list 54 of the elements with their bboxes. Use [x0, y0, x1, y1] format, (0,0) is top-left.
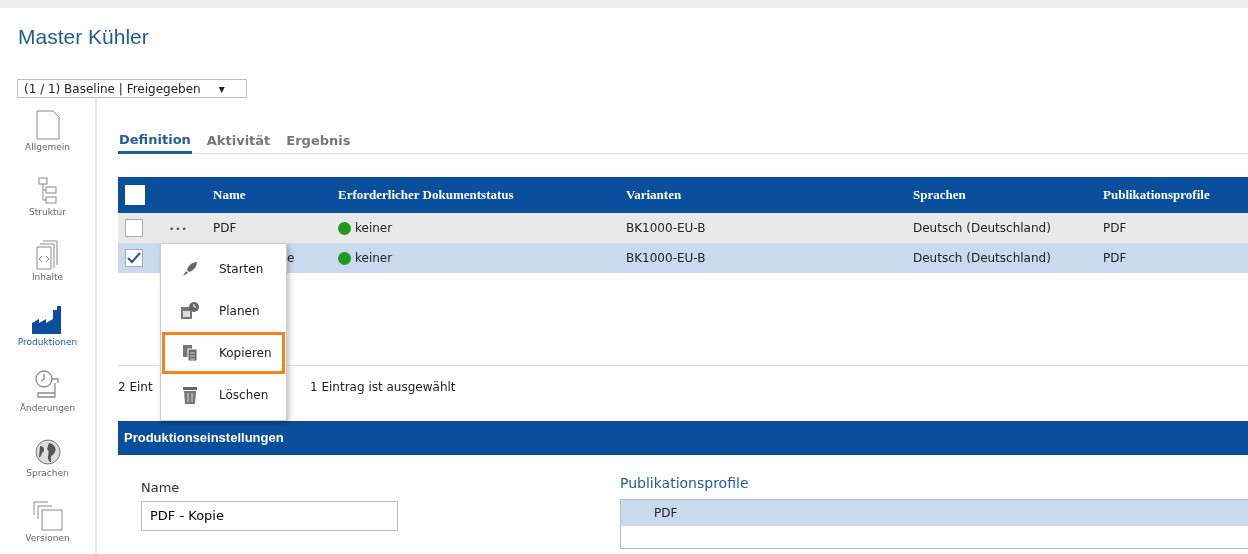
- column-header[interactable]: Sprachen: [913, 185, 1103, 205]
- calendar-icon: [180, 302, 200, 320]
- table-cell-text: keiner: [355, 250, 393, 267]
- table-cell: Deutsch (Deutschland): [913, 221, 1051, 235]
- menu-item[interactable]: Kopieren: [162, 332, 285, 374]
- tree-icon: [37, 177, 58, 206]
- caret-icon: ▾: [218, 79, 225, 98]
- menu-label: Planen: [219, 303, 260, 320]
- table-cell: PDF: [213, 221, 237, 235]
- code-file-icon: [35, 240, 60, 271]
- selection-status: 1 Eintrag ist ausgewählt: [310, 378, 456, 396]
- table-cell: BK1000-EU-B: [626, 221, 706, 235]
- field-label: Name: [141, 479, 181, 497]
- sidebar-label[interactable]: Sprachen: [26, 466, 69, 481]
- table-cell: BK1000-EU-B: [626, 251, 706, 265]
- table-row[interactable]: ••• PDF keiner BK1000-EU-B Deutsch (Deutschland) PDF: [118, 213, 1248, 243]
- tab[interactable]: Ergebnis: [285, 128, 352, 154]
- sidebar-label[interactable]: Inhalte: [31, 271, 64, 285]
- table-cell-text: keiner: [355, 220, 393, 237]
- stacked-squares-icon: [32, 500, 63, 531]
- page-icon: [35, 110, 60, 140]
- sidebar-label[interactable]: Allgemein: [25, 141, 70, 155]
- list-item[interactable]: PDF: [621, 500, 1248, 526]
- column-header[interactable]: Publikationsprofile: [1103, 185, 1248, 205]
- more-button[interactable]: •••: [169, 224, 188, 234]
- tab[interactable]: Aktivität: [205, 128, 272, 154]
- trash-icon: [183, 386, 197, 404]
- checkbox[interactable]: [125, 219, 143, 237]
- page-title: Master Kühler: [18, 24, 150, 50]
- column-header[interactable]: Erforderlicher Dokumentstatus: [338, 185, 626, 205]
- section-header: Produktionseinstellungen: [118, 421, 1248, 455]
- version-dropdown[interactable]: (1 / 1) Baseline | Freigegeben ▾: [17, 79, 247, 98]
- input-field[interactable]: PDF - Kopie: [141, 500, 398, 531]
- sidebar-label[interactable]: Änderungen: [19, 401, 76, 416]
- menu-label: Kopieren: [219, 345, 272, 362]
- column-header[interactable]: Name: [213, 185, 338, 205]
- table-cell: e: [287, 251, 295, 265]
- sidebar-label[interactable]: Produktionen: [17, 336, 78, 350]
- table-cell: PDF: [1103, 251, 1127, 265]
- copy-icon: [182, 344, 198, 362]
- globe-icon: [33, 437, 62, 466]
- table-cell: Deutsch (Deutschland): [913, 251, 1051, 265]
- entry-count: 2 Eint: [118, 379, 153, 394]
- dropdown-value: (1 / 1) Baseline | Freigegeben: [24, 80, 201, 98]
- menu-label: Löschen: [219, 387, 269, 404]
- tab[interactable]: Definition: [118, 128, 192, 154]
- menu-item[interactable]: Löschen: [162, 374, 285, 416]
- checkbox[interactable]: [125, 249, 143, 267]
- table-cell: PDF: [1103, 221, 1127, 235]
- sidebar-label[interactable]: Versionen: [25, 531, 70, 546]
- column-header[interactable]: Varianten: [626, 185, 913, 205]
- sidebar-label[interactable]: Struktur: [29, 206, 66, 220]
- menu-item[interactable]: Planen: [162, 290, 285, 332]
- field-label: Publikationsprofile: [620, 474, 750, 493]
